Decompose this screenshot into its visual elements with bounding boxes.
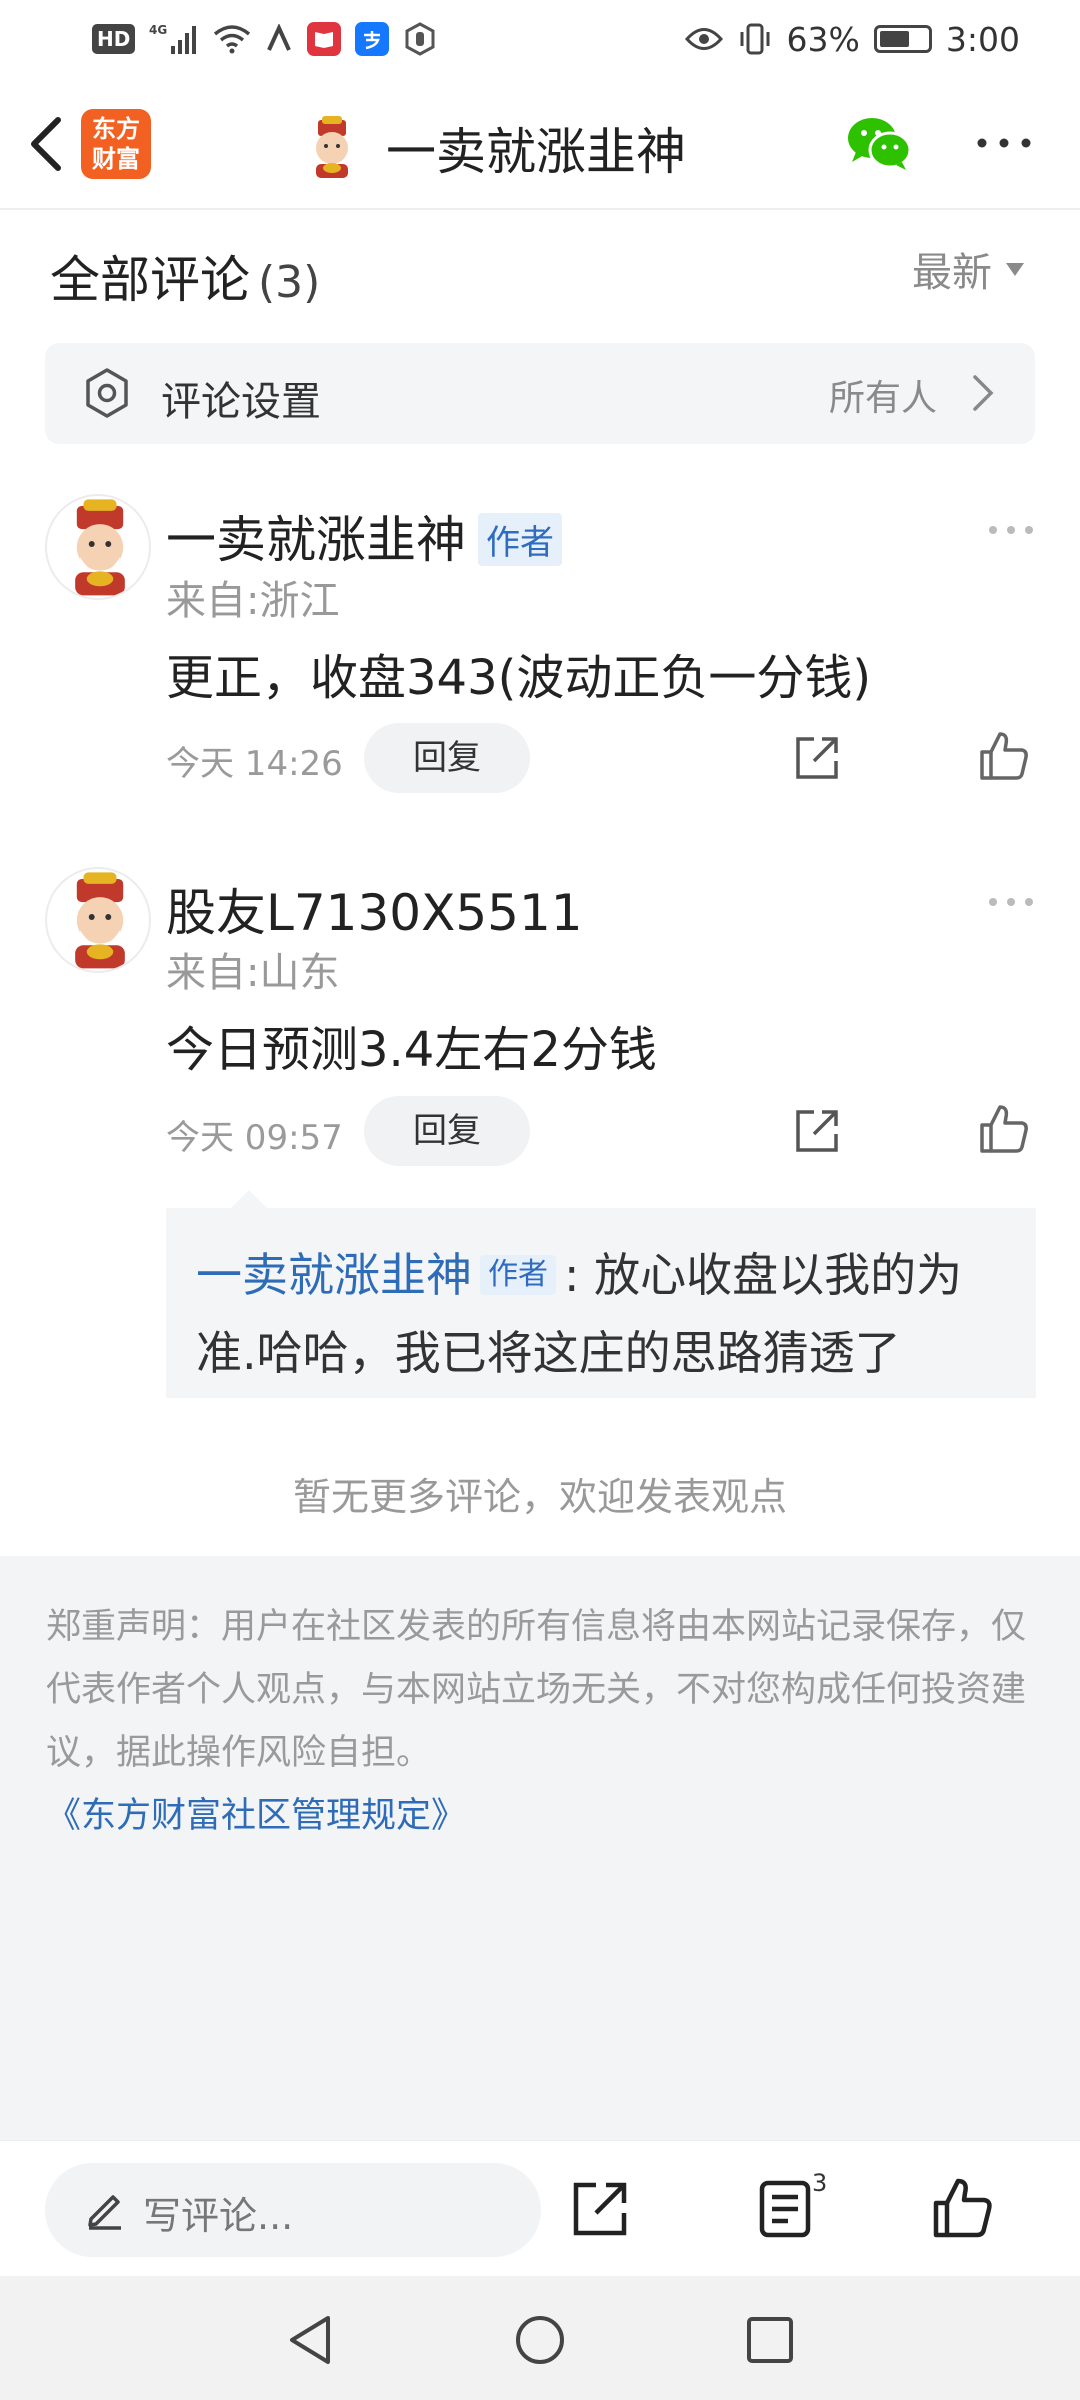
nav-title-group[interactable]: 一卖就涨韭神 xyxy=(300,112,686,184)
logo-line-1: 东方 xyxy=(92,115,140,143)
author-avatar-icon xyxy=(316,116,348,178)
sort-label: 最新 xyxy=(912,250,992,296)
comments-title-text: 全部评论 xyxy=(50,251,250,309)
status-left: HD 4G xyxy=(92,22,437,56)
nav-title: 一卖就涨韭神 xyxy=(386,123,686,181)
signal-icon: 4G xyxy=(149,22,199,56)
vibrate-icon xyxy=(737,22,773,56)
comments-title: 全部评论 (3) xyxy=(50,240,320,312)
comments-list-icon[interactable] xyxy=(756,2179,816,2239)
sort-dropdown[interactable]: 最新 xyxy=(912,240,1024,298)
sub-reply-badge: 作者 xyxy=(480,1254,556,1295)
pen-icon xyxy=(88,2195,121,2230)
logo-line-2: 财富 xyxy=(92,145,140,173)
battery-percent: 63% xyxy=(786,19,860,59)
system-back-icon[interactable] xyxy=(284,2314,336,2366)
comment-more-icon[interactable] xyxy=(987,895,1035,909)
thumbs-up-icon[interactable] xyxy=(978,1103,1030,1155)
comment-time: 今天 14:26 xyxy=(166,744,343,784)
comments-count: (3) xyxy=(258,257,321,308)
wechat-icon[interactable] xyxy=(846,114,912,172)
more-icon[interactable] xyxy=(974,128,1034,158)
alipay-app-icon xyxy=(355,22,390,56)
disclaimer-panel: 郑重声明：用户在社区发表的所有信息将由本网站记录保存，仅代表作者个人观点，与本网… xyxy=(0,1556,1080,2140)
nfc-icon xyxy=(265,22,293,56)
thumbs-up-icon[interactable] xyxy=(932,2177,994,2239)
hd-icon: HD xyxy=(92,24,136,54)
status-right: 63% 3:00 xyxy=(684,19,1020,59)
hand-app-icon xyxy=(403,22,437,56)
comment-author[interactable]: 股友L7130X5511 xyxy=(166,873,583,945)
clock: 3:00 xyxy=(945,19,1020,59)
caishen-avatar-icon xyxy=(75,499,125,596)
system-home-icon[interactable] xyxy=(514,2314,566,2366)
wifi-icon xyxy=(213,22,251,56)
share-icon[interactable] xyxy=(792,1106,842,1156)
dropdown-triangle-icon xyxy=(1006,262,1024,276)
comment-author[interactable]: 一卖就涨韭神 作者 xyxy=(166,500,562,572)
comment-location: 来自:浙江 xyxy=(166,578,340,624)
comment-location: 来自:山东 xyxy=(166,950,340,996)
comment-text: 更正，收盘343(波动正负一分钱) xyxy=(166,650,872,706)
system-navigation-bar xyxy=(0,2276,1080,2400)
chevron-right-icon xyxy=(973,375,994,411)
author-name: 一卖就涨韭神 xyxy=(166,511,466,569)
write-comment-placeholder: 写评论... xyxy=(143,2194,294,2238)
no-more-comments: 暂无更多评论，欢迎发表观点 xyxy=(292,1475,787,1519)
community-rules-link[interactable]: 《东方财富社区管理规定》 xyxy=(46,1785,1034,1848)
battery-icon xyxy=(873,25,932,53)
avatar[interactable] xyxy=(45,494,151,600)
sub-reply-author[interactable]: 一卖就涨韭神 xyxy=(196,1248,472,1302)
comment-text: 今日预测3.4左右2分钱 xyxy=(166,1022,657,1078)
reader-app-icon xyxy=(307,22,342,56)
share-icon[interactable] xyxy=(570,2179,630,2239)
share-icon[interactable] xyxy=(792,733,842,783)
disclaimer-text: 郑重声明：用户在社区发表的所有信息将由本网站记录保存，仅代表作者个人观点，与本网… xyxy=(46,1607,1027,1773)
thumbs-up-icon[interactable] xyxy=(978,730,1030,782)
comment-settings-label: 评论设置 xyxy=(161,379,321,425)
comment-settings-row[interactable]: 评论设置 所有人 xyxy=(45,343,1035,444)
write-comment-input[interactable]: 写评论... xyxy=(45,2163,541,2257)
sub-reply[interactable]: 一卖就涨韭神 作者: 放心收盘以我的为准.哈哈，我已将这庄的思路猜透了 xyxy=(166,1208,1036,1398)
bottom-action-bar: 写评论... 3 xyxy=(0,2140,1080,2276)
author-badge: 作者 xyxy=(478,513,562,566)
network-type-label: 4G xyxy=(149,23,167,37)
status-bar: HD 4G 63% 3:00 xyxy=(0,0,1080,78)
eastmoney-logo[interactable]: 东方 财富 xyxy=(81,109,151,179)
reply-button[interactable]: 回复 xyxy=(364,723,530,793)
author-name: 股友L7130X5511 xyxy=(166,884,583,942)
caishen-avatar-icon xyxy=(75,872,125,969)
comment-count-badge: 3 xyxy=(812,2169,828,2197)
back-arrow-icon[interactable] xyxy=(22,114,72,174)
sub-reply-pointer xyxy=(231,1190,267,1208)
gear-icon xyxy=(86,368,128,418)
top-nav: 东方 财富 一卖就涨韭神 xyxy=(0,78,1080,210)
avatar[interactable] xyxy=(45,867,151,973)
battery-fill xyxy=(879,31,909,47)
eye-icon xyxy=(684,22,723,56)
reply-button[interactable]: 回复 xyxy=(364,1096,530,1166)
system-recents-icon[interactable] xyxy=(744,2314,796,2366)
comment-time: 今天 09:57 xyxy=(166,1118,343,1158)
comment-settings-value: 所有人 xyxy=(828,378,937,419)
comment-more-icon[interactable] xyxy=(987,523,1035,537)
